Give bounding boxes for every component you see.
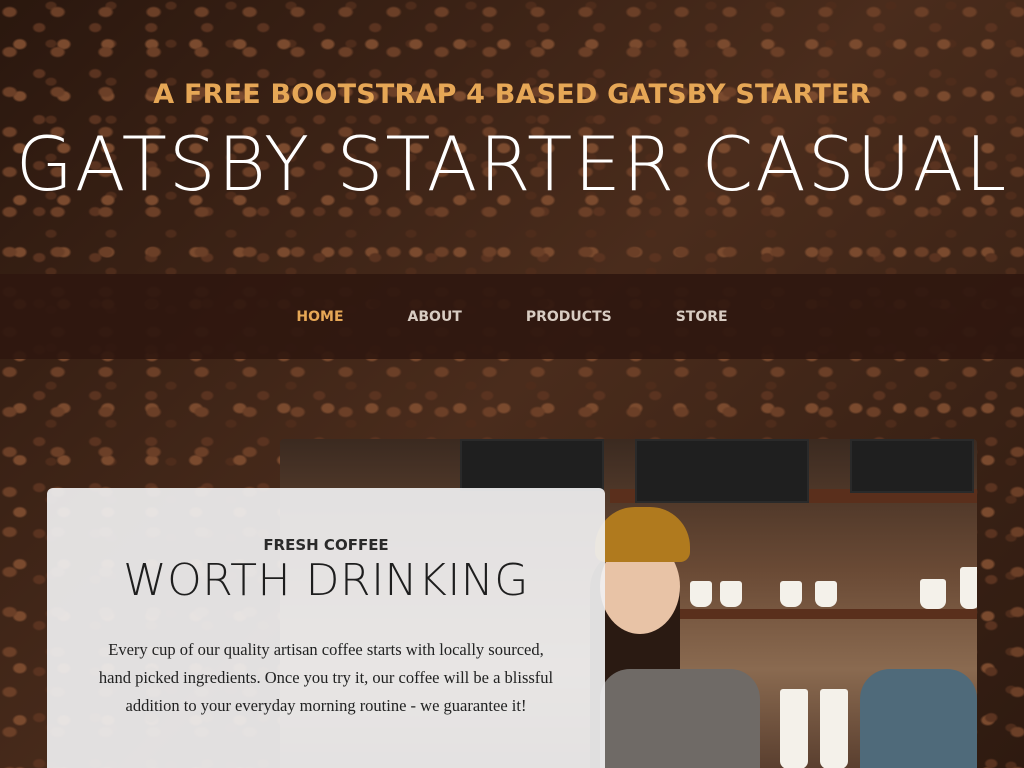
site-title[interactable]: GATSBY STARTER CASUAL [8, 124, 1017, 204]
cup [815, 581, 837, 607]
site-tagline: A FREE BOOTSTRAP 4 BASED GATSBY STARTER [153, 79, 871, 110]
intro-heading: WORTH DRINKING [123, 555, 529, 606]
intro-subheading: FRESH COFFEE [263, 536, 389, 554]
cup [960, 567, 977, 609]
cup [780, 581, 802, 607]
customer-body [860, 669, 977, 768]
cup [820, 689, 848, 768]
cup [920, 579, 946, 609]
nav-link-store[interactable]: STORE [676, 309, 728, 325]
intro-card: FRESH COFFEE WORTH DRINKING Every cup of… [47, 488, 605, 768]
cup [690, 581, 712, 607]
cup [720, 581, 742, 607]
menu-board [850, 439, 974, 493]
site-heading: A FREE BOOTSTRAP 4 BASED GATSBY STARTER … [0, 76, 1024, 204]
barista-body [600, 669, 760, 768]
barista-hat [595, 507, 690, 562]
nav-link-products[interactable]: PRODUCTS [526, 309, 612, 325]
cup [780, 689, 808, 768]
menu-board [635, 439, 809, 503]
main-navbar: HOME ABOUT PRODUCTS STORE [0, 274, 1024, 359]
nav-link-home[interactable]: HOME [296, 309, 343, 325]
intro-text: Every cup of our quality artisan coffee … [98, 640, 554, 715]
nav-link-about[interactable]: ABOUT [408, 309, 462, 325]
menu-board [460, 439, 604, 491]
